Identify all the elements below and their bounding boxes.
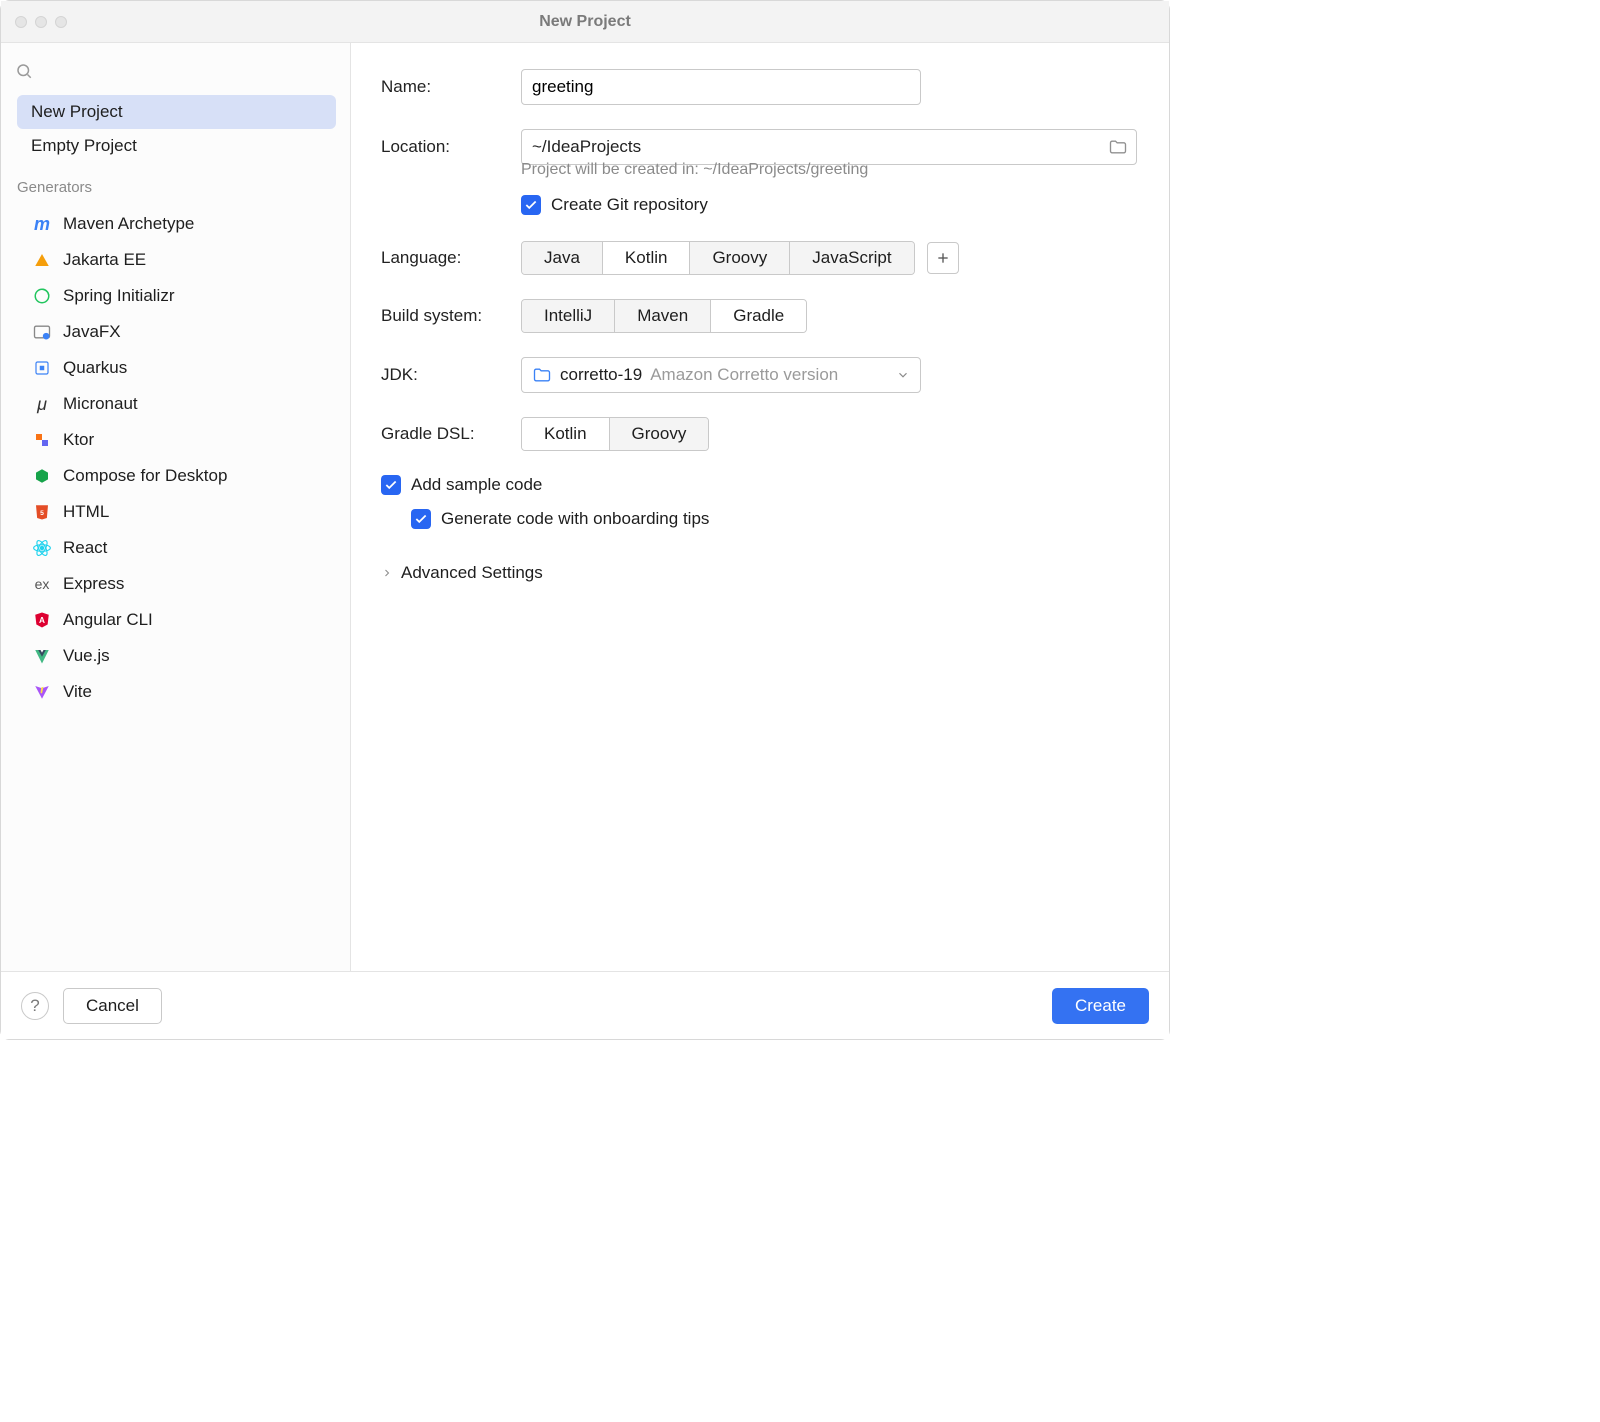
spring-icon: [31, 285, 53, 307]
sidebar-item-label: Quarkus: [63, 358, 127, 378]
language-option-java[interactable]: Java: [522, 242, 603, 274]
sample-code-checkbox[interactable]: [381, 475, 401, 495]
location-field[interactable]: ~/IdeaProjects: [521, 129, 1137, 165]
build-label: Build system:: [381, 306, 521, 326]
add-language-button[interactable]: [927, 242, 959, 274]
sidebar-item-label: Vite: [63, 682, 92, 702]
quarkus-icon: [31, 357, 53, 379]
sidebar-generator-quarkus[interactable]: Quarkus: [17, 350, 336, 386]
chevron-right-icon: [381, 567, 393, 579]
dsl-segmented: KotlinGroovy: [521, 417, 709, 451]
sidebar-generator-angular[interactable]: A Angular CLI: [17, 602, 336, 638]
location-label: Location:: [381, 137, 521, 157]
build-option-maven[interactable]: Maven: [615, 300, 711, 332]
sidebar-item-label: Vue.js: [63, 646, 110, 666]
dsl-label: Gradle DSL:: [381, 424, 521, 444]
plus-icon: [935, 250, 951, 266]
sidebar-item-label: JavaFX: [63, 322, 121, 342]
ktor-icon: [31, 429, 53, 451]
dsl-option-kotlin[interactable]: Kotlin: [522, 418, 610, 450]
generators-caption: Generators: [1, 163, 350, 200]
sidebar-generator-vite[interactable]: Vite: [17, 674, 336, 710]
search-input[interactable]: [33, 62, 336, 80]
sidebar-generator-express[interactable]: ex Express: [17, 566, 336, 602]
sidebar-generator-jakarta[interactable]: Jakarta EE: [17, 242, 336, 278]
sidebar-item-label: Angular CLI: [63, 610, 153, 630]
react-icon: [31, 537, 53, 559]
sample-code-label: Add sample code: [411, 475, 542, 495]
express-icon: ex: [31, 573, 53, 595]
sidebar-generator-mvn[interactable]: m Maven Archetype: [17, 206, 336, 242]
language-label: Language:: [381, 248, 521, 268]
git-checkbox[interactable]: [521, 195, 541, 215]
language-option-groovy[interactable]: Groovy: [690, 242, 790, 274]
onboarding-label: Generate code with onboarding tips: [441, 509, 709, 529]
sidebar-search[interactable]: [1, 49, 350, 89]
angular-icon: A: [31, 609, 53, 631]
build-segmented: IntelliJMavenGradle: [521, 299, 807, 333]
jdk-subtitle: Amazon Corretto version: [650, 365, 888, 385]
build-option-intellij[interactable]: IntelliJ: [522, 300, 615, 332]
sidebar-item-new-project[interactable]: New Project: [17, 95, 336, 129]
sidebar-generator-ktor[interactable]: Ktor: [17, 422, 336, 458]
javafx-icon: [31, 321, 53, 343]
sidebar-item-label: React: [63, 538, 107, 558]
sidebar-item-label: Spring Initializr: [63, 286, 175, 306]
chevron-down-icon: [896, 368, 910, 382]
titlebar: New Project: [1, 1, 1169, 43]
jdk-label: JDK:: [381, 365, 521, 385]
sidebar-generator-spring[interactable]: Spring Initializr: [17, 278, 336, 314]
onboarding-checkbox[interactable]: [411, 509, 431, 529]
language-option-javascript[interactable]: JavaScript: [790, 242, 913, 274]
vite-icon: [31, 681, 53, 703]
sidebar-generator-micronaut[interactable]: μ Micronaut: [17, 386, 336, 422]
form-content: Name: Location: ~/IdeaProjects Project w…: [351, 43, 1169, 971]
window-title: New Project: [1, 13, 1169, 31]
mvn-icon: m: [31, 213, 53, 235]
vue-icon: [31, 645, 53, 667]
sidebar-item-label: Express: [63, 574, 124, 594]
html-icon: 5: [31, 501, 53, 523]
name-label: Name:: [381, 77, 521, 97]
location-value: ~/IdeaProjects: [530, 137, 1108, 157]
svg-text:A: A: [39, 616, 45, 625]
micronaut-icon: μ: [31, 393, 53, 415]
footer: ? Cancel Create: [1, 971, 1169, 1039]
sidebar-generator-vue[interactable]: Vue.js: [17, 638, 336, 674]
create-button[interactable]: Create: [1052, 988, 1149, 1024]
folder-icon[interactable]: [1108, 137, 1128, 157]
sidebar-item-label: Compose for Desktop: [63, 466, 227, 486]
sidebar-item-label: Ktor: [63, 430, 94, 450]
jakarta-icon: [31, 249, 53, 271]
sidebar-item-label: New Project: [31, 102, 123, 122]
sidebar: New Project Empty Project Generators m Ma…: [1, 43, 351, 971]
git-label: Create Git repository: [551, 195, 708, 215]
sidebar-generator-compose[interactable]: Compose for Desktop: [17, 458, 336, 494]
jdk-name: corretto-19: [560, 365, 642, 385]
language-segmented: JavaKotlinGroovyJavaScript: [521, 241, 915, 275]
sidebar-generator-html[interactable]: 5 HTML: [17, 494, 336, 530]
sidebar-generator-javafx[interactable]: JavaFX: [17, 314, 336, 350]
sidebar-item-label: Jakarta EE: [63, 250, 146, 270]
sidebar-item-empty-project[interactable]: Empty Project: [17, 129, 336, 163]
jdk-folder-icon: [532, 365, 552, 385]
build-option-gradle[interactable]: Gradle: [711, 300, 806, 332]
name-input[interactable]: [521, 69, 921, 105]
sidebar-item-label: Maven Archetype: [63, 214, 194, 234]
jdk-dropdown[interactable]: corretto-19 Amazon Corretto version: [521, 357, 921, 393]
cancel-button[interactable]: Cancel: [63, 988, 162, 1024]
dsl-option-groovy[interactable]: Groovy: [610, 418, 709, 450]
sidebar-item-label: HTML: [63, 502, 109, 522]
advanced-settings-toggle[interactable]: Advanced Settings: [381, 555, 1139, 591]
compose-icon: [31, 465, 53, 487]
search-icon: [15, 62, 33, 80]
svg-text:5: 5: [40, 510, 44, 517]
advanced-settings-label: Advanced Settings: [401, 563, 543, 583]
sidebar-item-label: Empty Project: [31, 136, 137, 156]
sidebar-item-label: Micronaut: [63, 394, 138, 414]
language-option-kotlin[interactable]: Kotlin: [603, 242, 691, 274]
sidebar-generator-react[interactable]: React: [17, 530, 336, 566]
help-button[interactable]: ?: [21, 992, 49, 1020]
